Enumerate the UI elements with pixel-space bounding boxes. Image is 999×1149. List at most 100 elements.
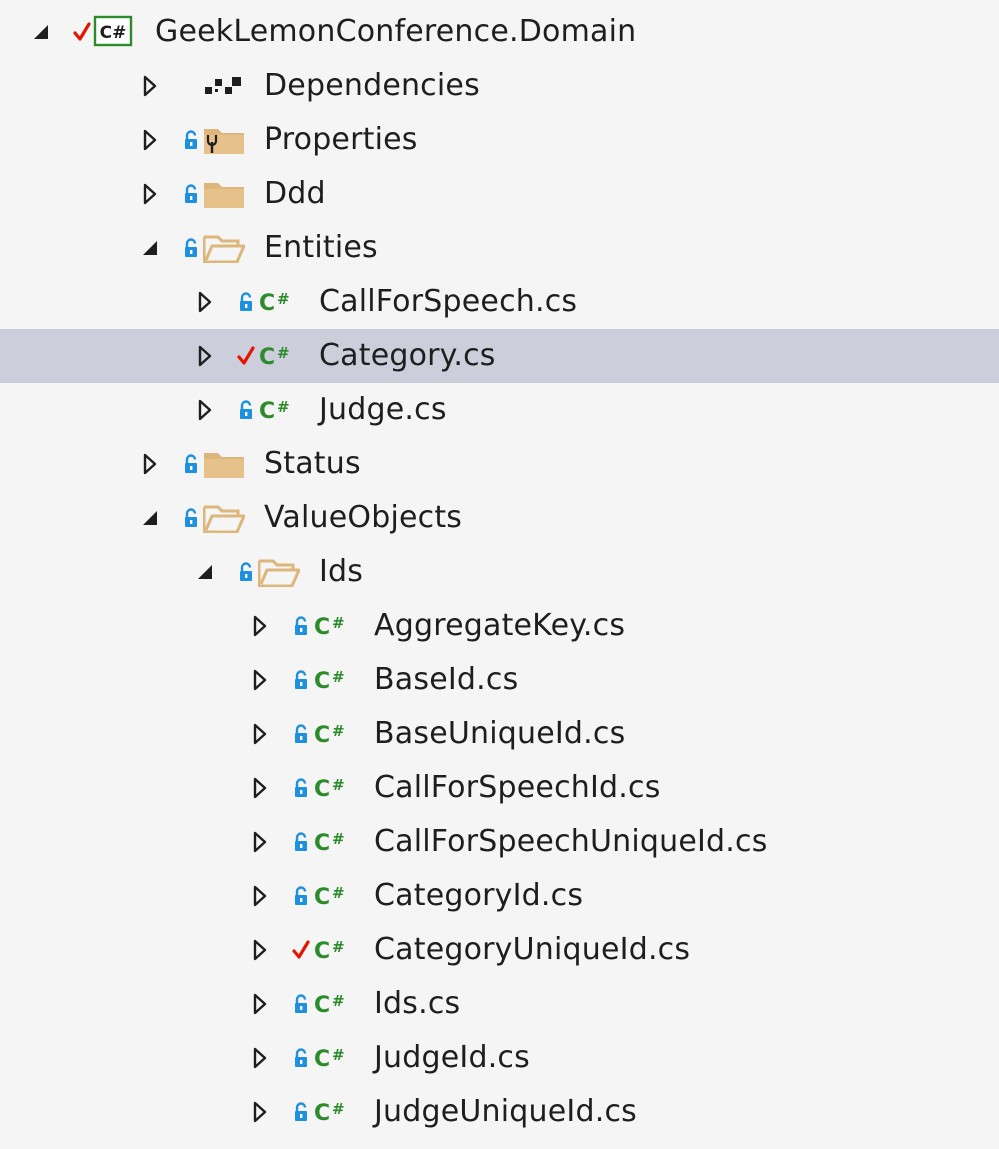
tree-item-label: CategoryUniqueId.cs bbox=[374, 932, 691, 967]
svg-text:C: C bbox=[314, 939, 330, 964]
svg-text:#: # bbox=[332, 938, 345, 956]
collapsed-triangle-icon[interactable] bbox=[249, 1100, 271, 1124]
checked-in-lock-icon bbox=[236, 397, 256, 423]
collapsed-triangle-icon[interactable] bbox=[249, 830, 271, 854]
svg-text:#: # bbox=[332, 992, 345, 1010]
csharp-file-icon: C # bbox=[313, 989, 355, 1019]
tree-item-geeklemonconference-domain[interactable]: C# GeekLemonConference.Domain bbox=[0, 5, 999, 59]
folder-open-icon bbox=[203, 503, 245, 533]
svg-text:C#: C# bbox=[100, 23, 127, 43]
tree-item-category-cs[interactable]: C # Category.cs bbox=[0, 329, 999, 383]
properties-folder-icon bbox=[203, 125, 245, 155]
collapsed-triangle-icon[interactable] bbox=[139, 452, 161, 476]
svg-text:#: # bbox=[332, 884, 345, 902]
tree-item-categoryuniqueid-cs[interactable]: C # CategoryUniqueId.cs bbox=[0, 923, 999, 977]
collapsed-triangle-icon[interactable] bbox=[249, 1046, 271, 1070]
svg-text:C: C bbox=[314, 885, 330, 910]
svg-text:#: # bbox=[332, 1100, 345, 1118]
csharp-file-icon: C # bbox=[258, 287, 300, 317]
tree-item-status[interactable]: Status bbox=[0, 437, 999, 491]
tree-item-baseuniqueid-cs[interactable]: C # BaseUniqueId.cs bbox=[0, 707, 999, 761]
csharp-file-icon: C # bbox=[258, 395, 300, 425]
tree-item-label: Status bbox=[264, 446, 361, 481]
tree-item-valueobjects[interactable]: ValueObjects bbox=[0, 491, 999, 545]
checked-in-lock-icon bbox=[291, 775, 311, 801]
tree-item-callforspeechuniqueid-cs[interactable]: C # CallForSpeechUniqueId.cs bbox=[0, 815, 999, 869]
tree-item-label: JudgeUniqueId.cs bbox=[374, 1094, 637, 1129]
expanded-triangle-icon[interactable] bbox=[194, 560, 216, 584]
svg-text:C: C bbox=[314, 777, 330, 802]
tree-item-baseid-cs[interactable]: C # BaseId.cs bbox=[0, 653, 999, 707]
checked-in-lock-icon bbox=[291, 991, 311, 1017]
svg-text:C: C bbox=[314, 669, 330, 694]
tree-item-ddd[interactable]: Ddd bbox=[0, 167, 999, 221]
collapsed-triangle-icon[interactable] bbox=[249, 776, 271, 800]
checked-in-lock-icon bbox=[291, 667, 311, 693]
collapsed-triangle-icon[interactable] bbox=[249, 614, 271, 638]
collapsed-triangle-icon[interactable] bbox=[194, 398, 216, 422]
collapsed-triangle-icon[interactable] bbox=[249, 938, 271, 962]
collapsed-triangle-icon[interactable] bbox=[249, 722, 271, 746]
svg-text:C: C bbox=[314, 615, 330, 640]
svg-text:#: # bbox=[277, 344, 290, 362]
tree-item-callforspeech-cs[interactable]: C # CallForSpeech.cs bbox=[0, 275, 999, 329]
svg-text:C: C bbox=[314, 723, 330, 748]
tree-item-label: Ids.cs bbox=[374, 986, 461, 1021]
svg-text:C: C bbox=[314, 1047, 330, 1072]
tree-item-judgeid-cs[interactable]: C # JudgeId.cs bbox=[0, 1031, 999, 1085]
checked-out-check-icon bbox=[291, 937, 311, 963]
tree-item-label: Properties bbox=[264, 122, 418, 157]
tree-item-callforspeechid-cs[interactable]: C # CallForSpeechId.cs bbox=[0, 761, 999, 815]
checked-in-lock-icon bbox=[181, 451, 201, 477]
svg-text:#: # bbox=[332, 1046, 345, 1064]
checked-in-lock-icon bbox=[236, 289, 256, 315]
tree-item-label: Judge.cs bbox=[319, 392, 447, 427]
tree-item-entities[interactable]: Entities bbox=[0, 221, 999, 275]
csharp-file-icon: C # bbox=[313, 665, 355, 695]
collapsed-triangle-icon[interactable] bbox=[139, 182, 161, 206]
collapsed-triangle-icon[interactable] bbox=[249, 992, 271, 1016]
checked-in-lock-icon bbox=[291, 883, 311, 909]
checked-in-lock-icon bbox=[291, 829, 311, 855]
csharp-file-icon: C # bbox=[313, 1097, 355, 1127]
checked-out-check-icon bbox=[236, 343, 256, 369]
tree-item-categoryid-cs[interactable]: C # CategoryId.cs bbox=[0, 869, 999, 923]
expanded-triangle-icon[interactable] bbox=[139, 506, 161, 530]
checked-out-check-icon bbox=[72, 19, 92, 45]
csharp-project-icon: C# bbox=[93, 15, 135, 47]
folder-open-icon bbox=[203, 233, 245, 263]
tree-item-label: GeekLemonConference.Domain bbox=[155, 14, 637, 49]
collapsed-triangle-icon[interactable] bbox=[194, 290, 216, 314]
tree-item-properties[interactable]: Properties bbox=[0, 113, 999, 167]
collapsed-triangle-icon[interactable] bbox=[249, 668, 271, 692]
checked-in-lock-icon bbox=[181, 181, 201, 207]
collapsed-triangle-icon[interactable] bbox=[249, 884, 271, 908]
svg-text:#: # bbox=[277, 290, 290, 308]
expanded-triangle-icon[interactable] bbox=[139, 236, 161, 260]
collapsed-triangle-icon[interactable] bbox=[139, 74, 161, 98]
checked-in-lock-icon bbox=[291, 613, 311, 639]
tree-item-dependencies[interactable]: Dependencies bbox=[0, 59, 999, 113]
checked-in-lock-icon bbox=[291, 1099, 311, 1125]
svg-text:C: C bbox=[259, 345, 275, 370]
svg-text:C: C bbox=[259, 291, 275, 316]
tree-item-label: ValueObjects bbox=[264, 500, 463, 535]
expanded-triangle-icon[interactable] bbox=[30, 20, 52, 44]
tree-item-label: Ids bbox=[319, 554, 364, 589]
tree-item-label: BaseUniqueId.cs bbox=[374, 716, 626, 751]
tree-item-label: CategoryId.cs bbox=[374, 878, 584, 913]
tree-item-label: Ddd bbox=[264, 176, 326, 211]
tree-item-aggregatekey-cs[interactable]: C # AggregateKey.cs bbox=[0, 599, 999, 653]
csharp-file-icon: C # bbox=[258, 341, 300, 371]
collapsed-triangle-icon[interactable] bbox=[139, 128, 161, 152]
checked-in-lock-icon bbox=[181, 127, 201, 153]
tree-item-ids[interactable]: Ids bbox=[0, 545, 999, 599]
tree-item-judge-cs[interactable]: C # Judge.cs bbox=[0, 383, 999, 437]
collapsed-triangle-icon[interactable] bbox=[194, 344, 216, 368]
tree-item-judgeuniqueid-cs[interactable]: C # JudgeUniqueId.cs bbox=[0, 1085, 999, 1139]
tree-item-ids-cs[interactable]: C # Ids.cs bbox=[0, 977, 999, 1031]
tree-item-label: BaseId.cs bbox=[374, 662, 519, 697]
checked-in-lock-icon bbox=[291, 721, 311, 747]
dependencies-icon bbox=[203, 71, 245, 101]
csharp-file-icon: C # bbox=[313, 719, 355, 749]
